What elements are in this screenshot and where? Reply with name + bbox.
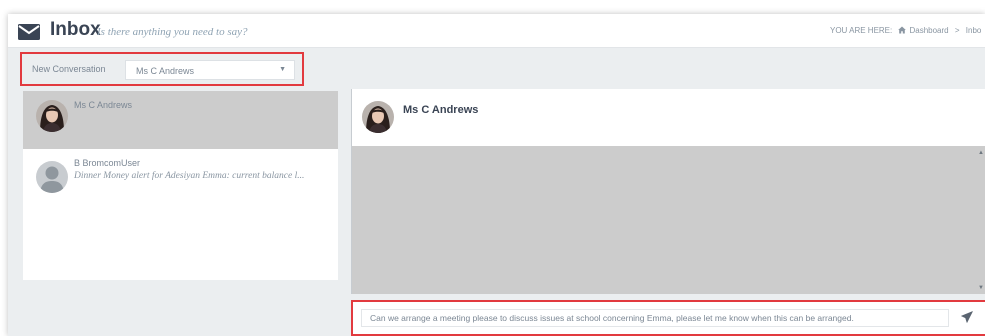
conversation-item-b-bromcomuser[interactable]: B BromcomUser Dinner Money alert for Ade… <box>23 149 338 209</box>
recipient-select-value: Ms C Andrews <box>136 66 195 76</box>
default-user-icon <box>36 161 68 193</box>
scroll-up-arrow-icon[interactable]: ▲ <box>978 150 984 156</box>
page-header: Inbox Is there anything you need to say?… <box>8 14 985 48</box>
conversation-preview: Dinner Money alert for Adesiyan Emma: cu… <box>74 171 305 181</box>
conversation-item-ms-c-andrews[interactable]: Ms C Andrews <box>23 91 338 149</box>
conversation-name: Ms C Andrews <box>74 100 133 110</box>
breadcrumb-separator: > <box>954 26 960 35</box>
recipient-select[interactable]: Ms C Andrews ▼ <box>125 60 295 80</box>
page-title: Inbox <box>50 19 101 40</box>
conversation-list: Ms C Andrews B BromcomUser Dinner Money … <box>23 91 338 280</box>
inbox-window: Inbox Is there anything you need to say?… <box>8 14 985 336</box>
new-conversation-panel: New Conversation Ms C Andrews ▼ <box>20 52 304 86</box>
breadcrumb-prefix: YOU ARE HERE: <box>830 26 893 35</box>
message-history[interactable]: ▲ ▼ <box>352 146 985 294</box>
chat-header: Ms C Andrews <box>352 89 985 146</box>
avatar <box>36 100 68 132</box>
message-input[interactable] <box>361 309 949 327</box>
conversation-name: B BromcomUser <box>74 158 141 168</box>
breadcrumb-current: Inbo <box>965 26 982 35</box>
scroll-down-arrow-icon[interactable]: ▼ <box>978 285 984 291</box>
message-composer <box>351 300 985 336</box>
avatar <box>362 101 394 133</box>
caret-down-icon: ▼ <box>279 66 286 73</box>
send-button[interactable] <box>959 311 975 325</box>
home-icon <box>898 26 907 34</box>
breadcrumb-dashboard-link[interactable]: Dashboard <box>909 26 948 35</box>
envelope-icon <box>18 24 40 40</box>
breadcrumb: YOU ARE HERE: Dashboard > Inbo <box>830 26 985 35</box>
page-subtitle: Is there anything you need to say? <box>97 26 248 38</box>
new-conversation-label: New Conversation <box>32 64 106 74</box>
paper-plane-icon <box>961 311 973 323</box>
chat-contact-name: Ms C Andrews <box>403 104 479 116</box>
chat-panel: Ms C Andrews ▲ ▼ <box>351 89 985 294</box>
